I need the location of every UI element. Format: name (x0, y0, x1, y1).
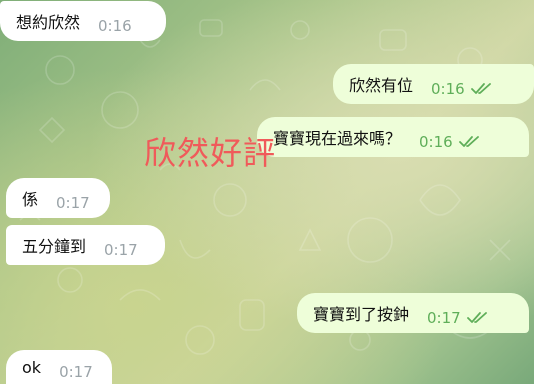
overlay-caption: 欣然好評 (144, 134, 277, 172)
message-bubble-outgoing[interactable]: 欣然有位 0:16 (333, 64, 534, 104)
message-time: 0:16 (431, 80, 465, 98)
message-time: 0:17 (59, 363, 93, 381)
message-bubble-outgoing[interactable]: 寶寶到了按鈡 0:17 (297, 293, 529, 333)
message-bubble-incoming[interactable]: ok 0:17 (6, 350, 112, 384)
message-time: 0:17 (104, 241, 138, 259)
double-check-icon (470, 83, 491, 94)
message-bubble-outgoing[interactable]: 寶寶現在過來嗎？ 0:16 (257, 117, 529, 157)
message-text: 想約欣然 (16, 13, 81, 32)
double-check-icon (458, 136, 479, 147)
message-text: 欣然有位 (349, 76, 414, 95)
message-time: 0:17 (427, 309, 461, 327)
message-time: 0:16 (98, 17, 132, 35)
message-text: 寶寶到了按鈡 (313, 305, 410, 324)
message-bubble-incoming[interactable]: 想約欣然 0:16 (0, 1, 166, 41)
message-time: 0:16 (419, 133, 453, 151)
message-text: 寶寶現在過來嗎？ (273, 129, 402, 148)
double-check-icon (466, 312, 487, 323)
message-time: 0:17 (56, 194, 90, 212)
message-bubble-incoming[interactable]: 係 0:17 (6, 178, 110, 218)
message-text: 五分鐘到 (22, 237, 87, 256)
message-text: 係 (22, 190, 39, 209)
message-text: ok (22, 357, 42, 377)
message-bubble-incoming[interactable]: 五分鐘到 0:17 (6, 225, 165, 265)
